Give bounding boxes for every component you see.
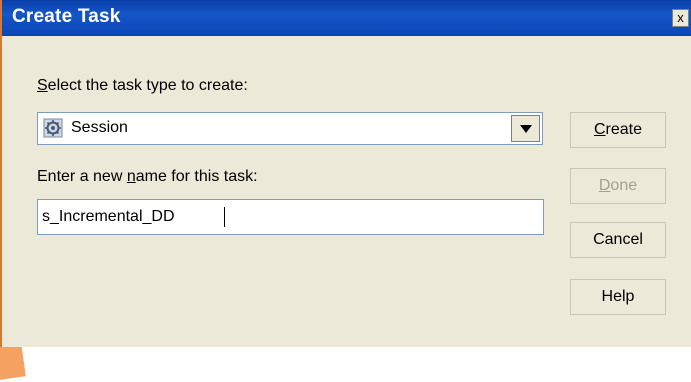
create-button[interactable]: Create (570, 112, 666, 148)
text-caret (224, 207, 225, 227)
task-name-label: Enter a new name for this task: (37, 168, 258, 186)
task-type-select[interactable]: Session (37, 112, 543, 145)
create-button-label: reate (605, 121, 643, 138)
create-button-accelerator: C (593, 121, 606, 138)
window-title: Create Task (12, 6, 121, 27)
task-name-label-suffix: ame for this task: (135, 168, 258, 185)
session-gear-icon (43, 118, 63, 138)
task-type-label-text: elect the task type to create: (47, 77, 248, 94)
task-name-label-accelerator: n (126, 168, 136, 185)
task-type-dropdown-button[interactable] (511, 115, 540, 142)
task-name-label-prefix: Enter a new (37, 168, 127, 185)
task-type-value: Session (71, 119, 128, 136)
title-bar: Create Task x (2, 0, 691, 36)
task-type-label-accelerator: S (37, 77, 48, 94)
help-button[interactable]: Help (570, 279, 666, 315)
task-name-value: s_Incremental_DD (42, 208, 175, 225)
done-button[interactable]: Done (570, 168, 666, 204)
close-button[interactable]: x (672, 9, 689, 27)
chevron-down-icon (519, 124, 532, 133)
done-button-label: one (610, 177, 638, 194)
done-button-accelerator: D (598, 177, 611, 194)
task-name-input[interactable]: s_Incremental_DD (37, 199, 544, 235)
cancel-button[interactable]: Cancel (570, 222, 666, 258)
task-type-label: Select the task type to create: (37, 77, 248, 95)
create-task-dialog: Create Task x Select the task type to cr… (0, 0, 691, 347)
